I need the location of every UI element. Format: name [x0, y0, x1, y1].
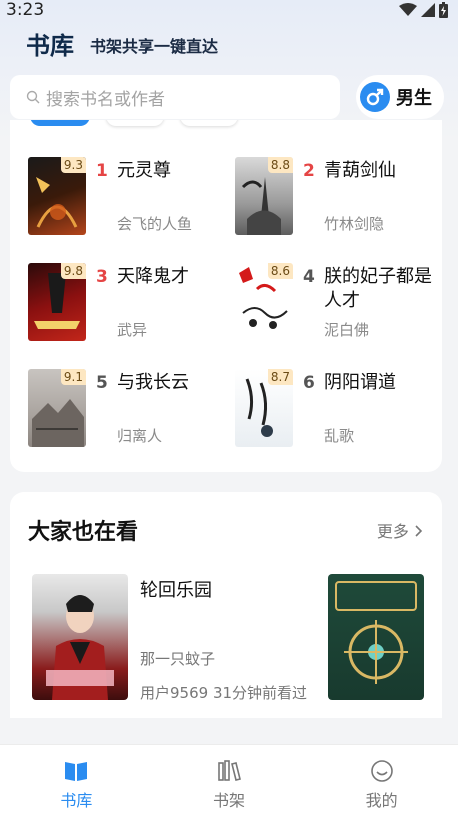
gender-label: 男生 [396, 88, 432, 109]
male-icon [360, 82, 390, 112]
rank-item[interactable]: 9.3 1 元灵尊 会飞的人鱼 [28, 157, 228, 237]
rank-item[interactable]: 9.8 3 天降鬼才 武异 [28, 263, 228, 343]
status-time: 3:23 [6, 0, 45, 20]
rank-tab-active[interactable] [30, 120, 90, 126]
battery-icon [439, 2, 448, 18]
rank-card: 9.3 1 元灵尊 会飞的人鱼 8.8 2 青葫剑仙 竹林剑隐 9.8 3 天降… [10, 120, 442, 472]
book-title: 元灵尊 [117, 160, 171, 181]
book-score: 8.8 [267, 157, 293, 173]
book-cover: 9.8 [28, 263, 86, 341]
rank-item[interactable]: 9.1 5 与我长云 归离人 [28, 369, 228, 449]
book-cover: 9.3 [28, 157, 86, 235]
rank-tab[interactable] [180, 120, 238, 126]
book-cover: 8.8 [235, 157, 293, 235]
book-title: 朕的妃子都是人才 [324, 266, 432, 311]
book-author: 乱歌 [324, 427, 355, 445]
book-cover: 9.1 [28, 369, 86, 447]
gender-switch-button[interactable]: 男生 [356, 75, 444, 119]
book-author: 会飞的人鱼 [117, 215, 193, 233]
book-title[interactable]: 轮回乐园 [140, 576, 212, 602]
bottom-nav: 书库 书架 我的 [0, 744, 458, 820]
nav-item-bookshelf[interactable]: 书架 [153, 745, 306, 820]
rank-number: 6 [303, 373, 315, 393]
book-cover: 8.7 [235, 369, 293, 447]
rank-item[interactable]: 8.8 2 青葫剑仙 竹林剑隐 [235, 157, 435, 237]
popular-reading-card: 大家也在看 更多 轮回乐园 那一只蚊子 用户9569 31分钟前看过 [10, 492, 442, 718]
smiley-icon [370, 760, 393, 782]
section-title: 大家也在看 [28, 520, 139, 545]
book-title: 青葫剑仙 [324, 160, 396, 181]
book-title: 与我长云 [117, 372, 189, 393]
book-title: 阴阳谓道 [324, 372, 396, 393]
book-score: 8.7 [267, 369, 293, 385]
book-author: 武异 [117, 321, 148, 339]
book-author: 竹林剑隐 [324, 215, 385, 233]
wifi-icon [399, 3, 417, 16]
book-score: 9.1 [60, 369, 86, 385]
book-author: 泥白佛 [324, 321, 370, 339]
book-title: 天降鬼才 [117, 266, 189, 287]
nav-label: 书库 [60, 791, 93, 810]
status-bar: 3:23 [0, 0, 458, 22]
rank-number: 1 [96, 161, 108, 181]
rank-number: 2 [303, 161, 315, 181]
book-cover[interactable] [32, 574, 128, 700]
rank-number: 5 [96, 373, 108, 393]
nav-item-library[interactable]: 书库 [0, 745, 153, 820]
chevron-right-icon [415, 525, 423, 537]
rank-item[interactable]: 8.6 4 朕的妃子都是人才 泥白佛 [235, 263, 435, 343]
signal-icon [421, 3, 435, 17]
book-author: 归离人 [117, 427, 163, 445]
more-link[interactable]: 更多 [377, 518, 424, 542]
nav-item-profile[interactable]: 我的 [305, 745, 458, 820]
nav-label: 我的 [365, 791, 398, 810]
book-score: 9.3 [60, 157, 86, 173]
nav-label: 书架 [213, 791, 246, 810]
book-cover: 8.6 [235, 263, 293, 341]
page-title: 书库 [26, 32, 74, 60]
rank-tab[interactable] [106, 120, 164, 126]
book-score: 9.8 [60, 263, 86, 279]
rank-item[interactable]: 8.7 6 阴阳谓道 乱歌 [235, 369, 435, 449]
search-icon [26, 90, 40, 104]
book-open-icon [65, 762, 88, 781]
search-placeholder: 搜索书名或作者 [46, 89, 165, 110]
book-score: 8.6 [267, 263, 293, 279]
search-input[interactable]: 搜索书名或作者 [10, 75, 340, 119]
rank-number: 3 [96, 267, 108, 287]
reading-meta: 用户9569 31分钟前看过 [140, 684, 308, 702]
rank-number: 4 [303, 267, 315, 287]
book-cover[interactable] [328, 574, 424, 700]
page-slogan: 书架共享一键直达 [90, 37, 219, 56]
status-icons [399, 2, 448, 18]
more-label: 更多 [376, 522, 409, 541]
book-author: 那一只蚊子 [140, 650, 216, 668]
bookshelf-icon [218, 760, 241, 781]
